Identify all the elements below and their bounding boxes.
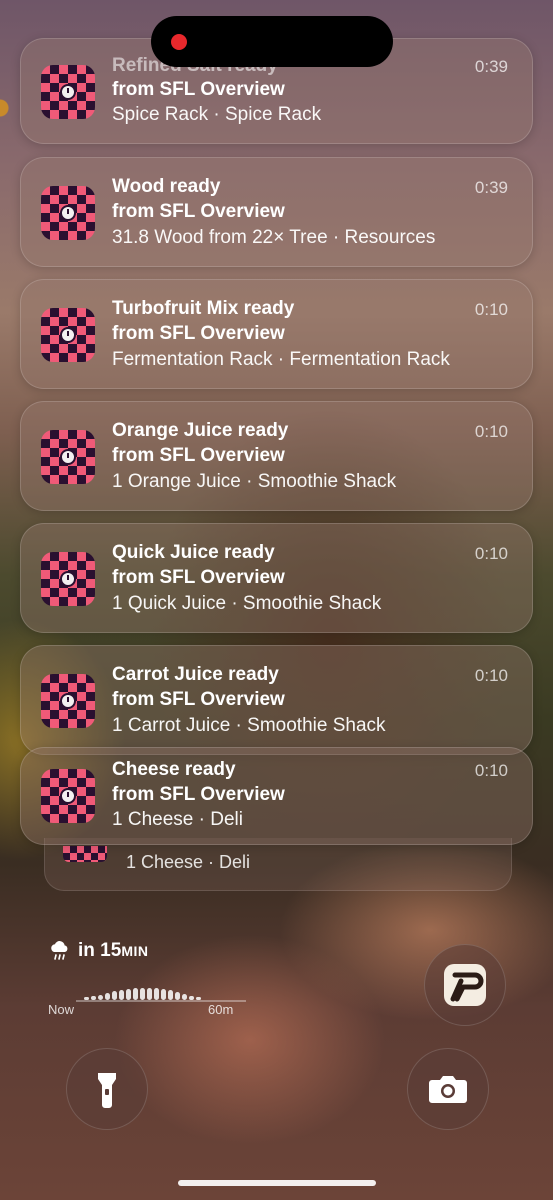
rain-cloud-icon bbox=[51, 941, 68, 960]
stacked-notification[interactable]: 1 Cheese · Deli bbox=[44, 838, 512, 891]
notification-source: from SFL Overview bbox=[112, 445, 285, 466]
timeline-start-label: Now bbox=[48, 1002, 75, 1017]
notification-time: 0:39 bbox=[474, 178, 508, 197]
rain-eta-unit: MIN bbox=[121, 943, 149, 959]
notification-title: Quick Juice ready bbox=[112, 542, 275, 563]
notification-source: from SFL Overview bbox=[112, 323, 285, 344]
rain-eta-value: in 15 bbox=[78, 940, 122, 961]
p-app-icon bbox=[444, 964, 486, 1006]
notification-card[interactable]: Quick Juice ready from SFL Overview 1 Qu… bbox=[20, 523, 533, 633]
notification-detail: 1 Carrot Juice · Smoothie Shack bbox=[112, 715, 386, 736]
notification-detail: 1 Quick Juice · Smoothie Shack bbox=[112, 593, 382, 614]
notification-title: Cheese ready bbox=[112, 759, 236, 780]
notification-detail: Spice Rack · Spice Rack bbox=[112, 104, 322, 125]
rain-forecast-widget[interactable]: in 15MIN Now 60m bbox=[48, 938, 248, 1028]
sfl-app-icon bbox=[41, 674, 95, 728]
recording-indicator-icon bbox=[171, 34, 187, 50]
notification-time: 0:39 bbox=[474, 57, 508, 76]
notification-card[interactable]: Turbofruit Mix ready from SFL Overview F… bbox=[20, 279, 533, 389]
sfl-app-icon bbox=[63, 846, 107, 862]
camera-icon bbox=[429, 1076, 467, 1103]
timeline-end-label: 60m bbox=[208, 1002, 234, 1017]
notification-source: from SFL Overview bbox=[112, 79, 285, 100]
flashlight-button[interactable] bbox=[66, 1048, 148, 1130]
notification-source: from SFL Overview bbox=[112, 567, 285, 588]
home-indicator[interactable] bbox=[178, 1180, 376, 1186]
notification-title: Orange Juice ready bbox=[112, 420, 289, 441]
sfl-app-icon bbox=[41, 769, 95, 823]
dynamic-island[interactable] bbox=[151, 16, 393, 67]
notification-source: from SFL Overview bbox=[112, 201, 285, 222]
notification-source: from SFL Overview bbox=[112, 689, 285, 710]
precipitation-bars bbox=[76, 984, 246, 1000]
p-app-button[interactable] bbox=[424, 944, 506, 1026]
notification-card[interactable]: Carrot Juice ready from SFL Overview 1 C… bbox=[20, 645, 533, 755]
notification-time: 0:10 bbox=[474, 544, 508, 563]
notification-time: 0:10 bbox=[474, 761, 508, 780]
notification-card[interactable]: Wood ready from SFL Overview 31.8 Wood f… bbox=[20, 157, 533, 267]
notification-card[interactable]: Cheese ready from SFL Overview 1 Cheese … bbox=[20, 747, 533, 845]
notification-source: from SFL Overview bbox=[112, 784, 285, 805]
notification-card[interactable]: Orange Juice ready from SFL Overview 1 O… bbox=[20, 401, 533, 511]
notification-title: Carrot Juice ready bbox=[112, 664, 279, 685]
stacked-notification-detail: 1 Cheese · Deli bbox=[126, 852, 251, 872]
notification-time: 0:10 bbox=[474, 666, 508, 685]
sfl-app-icon bbox=[41, 430, 95, 484]
notification-title: Wood ready bbox=[112, 176, 221, 197]
rain-eta: in 15MIN bbox=[78, 940, 148, 962]
partial-widget-edge bbox=[0, 88, 12, 128]
camera-button[interactable] bbox=[407, 1048, 489, 1130]
sfl-app-icon bbox=[41, 65, 95, 119]
flashlight-icon bbox=[98, 1073, 116, 1108]
sfl-app-icon bbox=[41, 186, 95, 240]
sfl-app-icon bbox=[41, 552, 95, 606]
notification-detail: 1 Cheese · Deli bbox=[112, 809, 243, 830]
notification-detail: 31.8 Wood from 22× Tree · Resources bbox=[112, 227, 436, 248]
notification-time: 0:10 bbox=[474, 422, 508, 441]
sfl-app-icon bbox=[41, 308, 95, 362]
notification-detail: 1 Orange Juice · Smoothie Shack bbox=[112, 471, 397, 492]
notification-time: 0:10 bbox=[474, 300, 508, 319]
notification-title: Turbofruit Mix ready bbox=[112, 298, 295, 319]
notification-detail: Fermentation Rack · Fermentation Rack bbox=[112, 349, 450, 370]
